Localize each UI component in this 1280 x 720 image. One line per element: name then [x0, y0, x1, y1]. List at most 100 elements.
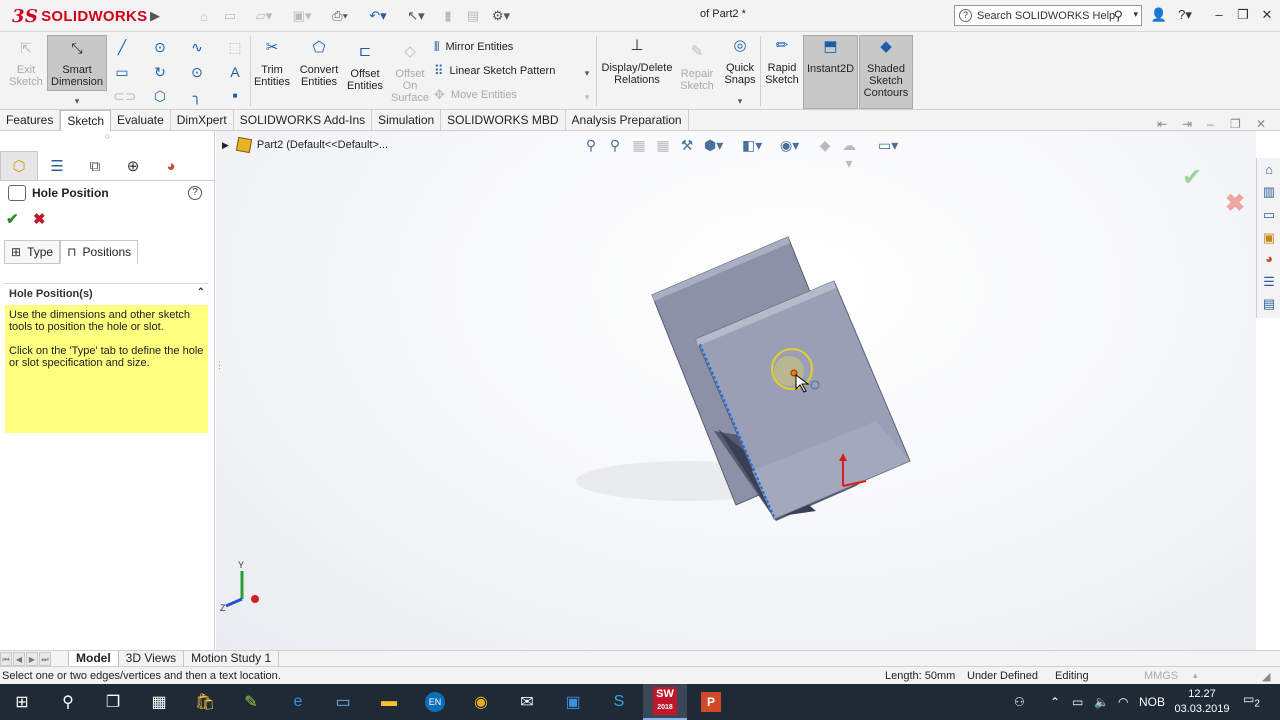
units-dropdown-icon[interactable]: ▴	[1193, 670, 1198, 681]
point-icon[interactable]: ■	[226, 87, 244, 105]
dimxpert-manager-tab-icon[interactable]: ⊕	[114, 151, 152, 181]
ok-check-icon[interactable]: ✔	[6, 210, 19, 228]
spline-icon[interactable]: ∿	[188, 38, 206, 56]
solidworks-resources-icon[interactable]: ⌂	[1260, 161, 1278, 179]
tab-solidworks-add-ins[interactable]: SOLIDWORKS Add-Ins	[234, 110, 373, 131]
move-entities-button[interactable]: ✥ Move Entities	[434, 86, 517, 104]
file-explorer-icon[interactable]: ▭	[1260, 206, 1278, 224]
tab-simulation[interactable]: Simulation	[372, 110, 442, 131]
minimize-icon[interactable]: –	[1210, 6, 1228, 24]
status-units[interactable]: MMGS	[1144, 670, 1178, 682]
search-icon[interactable]: ⚲	[46, 684, 90, 720]
property-manager-tab-icon[interactable]: ☰	[38, 151, 76, 181]
exit-sketch-button[interactable]: ⇱ Exit Sketch	[6, 41, 46, 88]
options-gear-icon[interactable]: ⚙▾	[486, 7, 516, 25]
user-icon[interactable]: 👤	[1150, 6, 1168, 24]
model-view[interactable]: Y Z	[216, 131, 1256, 651]
tab-sketch[interactable]: Sketch	[60, 110, 112, 131]
prev-tab-icon[interactable]: ◀	[13, 651, 25, 666]
convert-entities-button[interactable]: ⬠ Convert Entities	[296, 40, 342, 88]
instant2d-button[interactable]: ⬒ Instant2D	[803, 35, 858, 109]
panel-splitter-handle[interactable]: ⋮	[215, 360, 224, 400]
calculator-icon[interactable]: ▦	[137, 684, 181, 720]
view-settings-icon[interactable]: ▭▾	[878, 136, 898, 154]
view-back-icon[interactable]: ⇤	[1157, 117, 1167, 131]
feature-manager-tab-icon[interactable]: ⬡	[0, 151, 38, 181]
custom-properties-icon[interactable]: ☰	[1260, 273, 1278, 291]
previous-view-icon[interactable]: ▦	[630, 136, 648, 154]
section-view-icon[interactable]: ▦	[654, 136, 672, 154]
rapid-sketch-button[interactable]: ✏ Rapid Sketch	[762, 38, 802, 86]
arc-icon[interactable]: ↻	[151, 63, 169, 81]
display-manager-tab-icon[interactable]: ◕	[152, 151, 190, 181]
help-icon[interactable]: ?	[188, 186, 202, 200]
people-icon[interactable]: ⚇	[1014, 695, 1025, 709]
configuration-manager-tab-icon[interactable]: ⧉	[76, 151, 114, 181]
task-view-icon[interactable]: ❐	[91, 684, 135, 720]
offset-entities-button[interactable]: ⊏ Offset Entities	[344, 44, 386, 92]
chrome-icon[interactable]: ◉	[459, 684, 503, 720]
input-language[interactable]: NOB	[1139, 695, 1165, 709]
home-icon[interactable]: ⌂	[194, 7, 214, 25]
help-search-input[interactable]: ? Search SOLIDWORKS Help ⚲ ▾	[954, 5, 1142, 26]
edge-browser-icon[interactable]: e	[276, 684, 320, 720]
cancel-x-icon[interactable]: ✖	[33, 210, 46, 228]
app-window-icon[interactable]: ▣	[551, 684, 595, 720]
print-icon[interactable]: ⎙▾	[326, 7, 354, 25]
search-icon[interactable]: ⚲	[1113, 8, 1123, 24]
tab-positions[interactable]: ⊓ Positions	[60, 240, 139, 264]
move-dropdown[interactable]: ▾	[580, 88, 594, 106]
mirror-entities-button[interactable]: ⫴ Mirror Entities	[434, 38, 513, 56]
view-forward-icon[interactable]: ⇥	[1182, 117, 1192, 131]
appearances-icon[interactable]: ◕	[1260, 250, 1278, 268]
edit-appearance-icon[interactable]: ◆	[816, 136, 834, 154]
open-icon[interactable]: ▱▾	[252, 7, 276, 25]
plane-icon[interactable]: ⬚	[226, 38, 244, 56]
confirm-ok-icon[interactable]: ✔	[1182, 163, 1202, 192]
app-icon[interactable]: ✎	[229, 684, 273, 720]
first-tab-icon[interactable]: ⏮	[0, 651, 12, 666]
smart-dimension-dropdown[interactable]: ▾	[70, 92, 84, 110]
tab-3d-views[interactable]: 3D Views	[119, 650, 185, 667]
hole-positions-group-header[interactable]: Hole Position(s) ⌃	[4, 283, 208, 301]
volume-icon[interactable]: 🔈	[1094, 695, 1109, 709]
menu-expand-icon[interactable]: ▶	[148, 7, 162, 25]
tab-evaluate[interactable]: Evaluate	[111, 110, 171, 131]
last-tab-icon[interactable]: ⏭	[39, 651, 51, 666]
slot-icon[interactable]: ⊂⊃	[113, 87, 136, 105]
customize-status-icon[interactable]: ◢	[1262, 670, 1270, 683]
expand-arrow-icon[interactable]: ▶	[222, 140, 229, 151]
confirm-cancel-icon[interactable]: ✖	[1225, 189, 1245, 218]
pattern-dropdown[interactable]: ▾	[580, 64, 594, 82]
text-icon[interactable]: A	[226, 63, 244, 81]
quick-snaps-button[interactable]: ◎ Quick Snaps	[720, 38, 760, 86]
next-tab-icon[interactable]: ▶	[26, 651, 38, 666]
remote-desktop-icon[interactable]: ▭	[321, 684, 365, 720]
doc-close-icon[interactable]: ✕	[1256, 117, 1266, 131]
save-icon[interactable]: ▣▾	[290, 7, 314, 25]
undo-icon[interactable]: ↶▾	[363, 7, 393, 25]
wifi-icon[interactable]: ◠	[1118, 695, 1128, 709]
circle-icon[interactable]: ⊙	[151, 38, 169, 56]
dynamic-annotation-icon[interactable]: ⚒	[678, 136, 696, 154]
forum-icon[interactable]: ▤	[1260, 295, 1278, 313]
rectangle-icon[interactable]: ▭	[113, 63, 131, 81]
polygon-icon[interactable]: ⬡	[151, 87, 169, 105]
solidworks-taskbar-button[interactable]: SW 2018	[643, 684, 687, 720]
ellipse-icon[interactable]: ⊙	[188, 63, 206, 81]
doc-minimize-icon[interactable]: –	[1207, 117, 1214, 131]
solidworks-logo[interactable]: 3S SOLIDWORKS	[12, 5, 147, 27]
network-icon[interactable]: ▭	[1072, 695, 1083, 709]
shaded-sketch-contours-button[interactable]: ◆ Shaded Sketch Contours	[859, 35, 913, 109]
powerpoint-taskbar-button[interactable]: P	[689, 684, 733, 720]
tab-motion-study-1[interactable]: Motion Study 1	[184, 650, 280, 667]
select-icon[interactable]: ↖▾	[402, 7, 430, 25]
restore-icon[interactable]: ❐	[1234, 6, 1252, 24]
line-icon[interactable]: ╱	[113, 38, 131, 56]
tab-dimxpert[interactable]: DimXpert	[171, 110, 234, 131]
tab-type[interactable]: ⊞ Type	[4, 240, 61, 264]
feature-tree-flyout[interactable]: ▶ Part2 (Default<<Default>...	[222, 136, 388, 154]
apply-scene-icon[interactable]: ☁▾	[840, 136, 858, 171]
smart-dimension-button[interactable]: ⤡ Smart Dimension	[47, 35, 107, 91]
file-properties-icon[interactable]: ▤	[464, 7, 482, 25]
